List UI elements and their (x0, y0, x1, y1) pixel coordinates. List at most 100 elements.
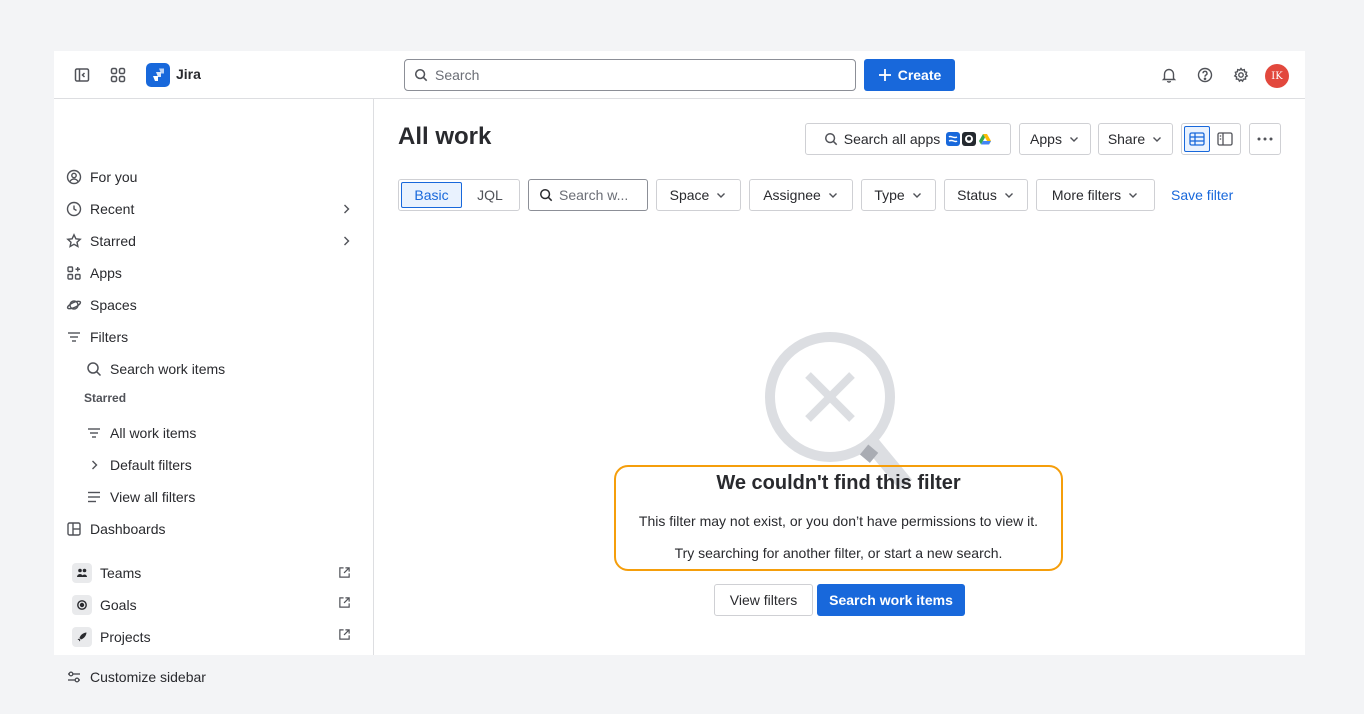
search-icon (86, 361, 102, 377)
empty-state-hint: Try searching for another filter, or sta… (674, 545, 1003, 561)
app-window: Jira Search Create IK For you Recent Sta… (54, 51, 1305, 685)
apps-label: Apps (1030, 131, 1062, 147)
sidebar-item-for-you[interactable]: For you (66, 163, 137, 191)
filter-search-input[interactable]: Search w... (528, 179, 648, 211)
brand-name[interactable]: Jira (176, 66, 201, 82)
assignee-filter-dropdown[interactable]: Assignee (749, 179, 853, 211)
user-avatar[interactable]: IK (1265, 64, 1289, 88)
space-filter-dropdown[interactable]: Space (656, 179, 741, 211)
sidebar-item-search-work-items[interactable]: Search work items (86, 355, 225, 383)
save-filter-link[interactable]: Save filter (1171, 187, 1233, 203)
more-filters-dropdown[interactable]: More filters (1036, 179, 1155, 211)
chevron-down-icon (1153, 137, 1162, 142)
search-icon (414, 68, 428, 82)
settings-gear-icon[interactable] (1231, 65, 1251, 85)
search-all-apps-label: Search all apps (843, 131, 941, 147)
share-dropdown-button[interactable]: Share (1098, 123, 1173, 155)
type-filter-dropdown[interactable]: Type (861, 179, 936, 211)
create-label: Create (897, 67, 942, 83)
sidebar-item-label: Recent (90, 201, 135, 217)
external-link-icon[interactable] (338, 566, 352, 580)
search-icon (540, 189, 553, 202)
planet-icon (66, 297, 82, 313)
external-link-icon[interactable] (338, 596, 352, 610)
sidebar-item-label: View all filters (110, 489, 196, 505)
rocket-icon (72, 627, 92, 647)
filter-icon (86, 425, 102, 441)
main-content: All work Search all apps Apps Share Basi… (374, 99, 1305, 655)
view-filters-label: View filters (729, 592, 798, 608)
notifications-bell-icon[interactable] (1159, 65, 1179, 85)
sidebar-item-dashboards[interactable]: Dashboards (66, 515, 166, 543)
chevron-down-icon (717, 193, 726, 198)
search-icon (824, 133, 837, 146)
sidebar: For you Recent Starred Apps Spaces Filte… (54, 99, 374, 685)
status-filter-dropdown[interactable]: Status (944, 179, 1028, 211)
chevron-right-icon[interactable] (86, 457, 102, 473)
sidebar-item-recent[interactable]: Recent (66, 195, 134, 223)
filter-search-placeholder: Search w... (559, 187, 629, 203)
search-all-apps-button[interactable]: Search all apps (805, 123, 1011, 155)
dashboard-icon (66, 521, 82, 537)
search-work-items-label: Search work items (829, 592, 953, 608)
list-view-icon[interactable] (1184, 126, 1210, 152)
more-actions-button[interactable] (1249, 123, 1281, 155)
sidebar-item-starred[interactable]: Starred (66, 227, 136, 255)
sidebar-item-label: Starred (90, 233, 136, 249)
sidebar-item-default-filters[interactable]: Default filters (86, 451, 192, 479)
external-link-icon[interactable] (338, 628, 352, 642)
sidebar-item-label: Teams (100, 565, 142, 581)
clock-icon (66, 201, 82, 217)
detail-view-icon[interactable] (1212, 126, 1238, 152)
sidebar-item-teams[interactable]: Teams (72, 559, 141, 587)
sidebar-item-goals[interactable]: Goals (72, 591, 137, 619)
apps-dropdown-button[interactable]: Apps (1019, 123, 1091, 155)
chevron-right-icon[interactable] (338, 233, 354, 249)
plus-icon (878, 69, 891, 81)
global-search-input[interactable]: Search (404, 59, 856, 91)
sidebar-item-all-work-items[interactable]: All work items (86, 419, 196, 447)
sidebar-item-spaces[interactable]: Spaces (66, 291, 137, 319)
search-placeholder: Search (435, 67, 480, 83)
help-icon[interactable] (1195, 65, 1215, 85)
starred-section-heading: Starred (84, 391, 127, 405)
search-mode-toggle: Basic JQL (398, 179, 520, 211)
view-filters-button[interactable]: View filters (714, 584, 813, 616)
jql-mode-tab[interactable]: JQL (462, 182, 518, 208)
basic-mode-tab[interactable]: Basic (401, 182, 462, 208)
sidebar-toggle-icon[interactable] (72, 65, 92, 85)
sidebar-item-projects[interactable]: Projects (72, 623, 151, 651)
space-filter-label: Space (669, 187, 710, 203)
teams-icon (72, 563, 92, 583)
app-switcher-icon[interactable] (108, 65, 128, 85)
jira-logo-icon[interactable] (146, 63, 170, 87)
create-button[interactable]: Create (864, 59, 955, 91)
sliders-icon (66, 669, 82, 685)
empty-state-title: We couldn't find this filter (716, 472, 961, 494)
sidebar-item-label: Search work items (110, 361, 226, 377)
sidebar-item-label: Dashboards (90, 521, 166, 537)
chevron-right-icon[interactable] (338, 201, 354, 217)
sidebar-item-filters[interactable]: Filters (66, 323, 128, 351)
sidebar-item-label: Apps (90, 265, 122, 281)
view-toggle[interactable] (1181, 123, 1241, 155)
list-icon (86, 489, 102, 505)
person-circle-icon (66, 169, 82, 185)
apps-grid-icon (66, 265, 82, 281)
chevron-down-icon (828, 193, 837, 198)
sidebar-item-label: Goals (100, 597, 137, 613)
sidebar-item-label: For you (90, 169, 138, 185)
chevron-down-icon (1004, 193, 1013, 198)
empty-state-description: This filter may not exist, or you don’t … (638, 513, 1039, 529)
sidebar-item-apps[interactable]: Apps (66, 259, 122, 287)
top-navigation: Jira Search Create IK (54, 51, 1305, 99)
github-icon (962, 132, 977, 146)
sidebar-item-customize[interactable]: Customize sidebar (66, 663, 206, 691)
sidebar-item-view-all-filters[interactable]: View all filters (86, 483, 195, 511)
google-drive-icon (978, 132, 992, 146)
more-horizontal-icon (1257, 137, 1273, 141)
chevron-down-icon (1069, 137, 1078, 142)
empty-state-message: We couldn't find this filter This filter… (614, 465, 1063, 571)
sidebar-item-label: Spaces (90, 297, 137, 313)
search-work-items-button[interactable]: Search work items (817, 584, 965, 616)
